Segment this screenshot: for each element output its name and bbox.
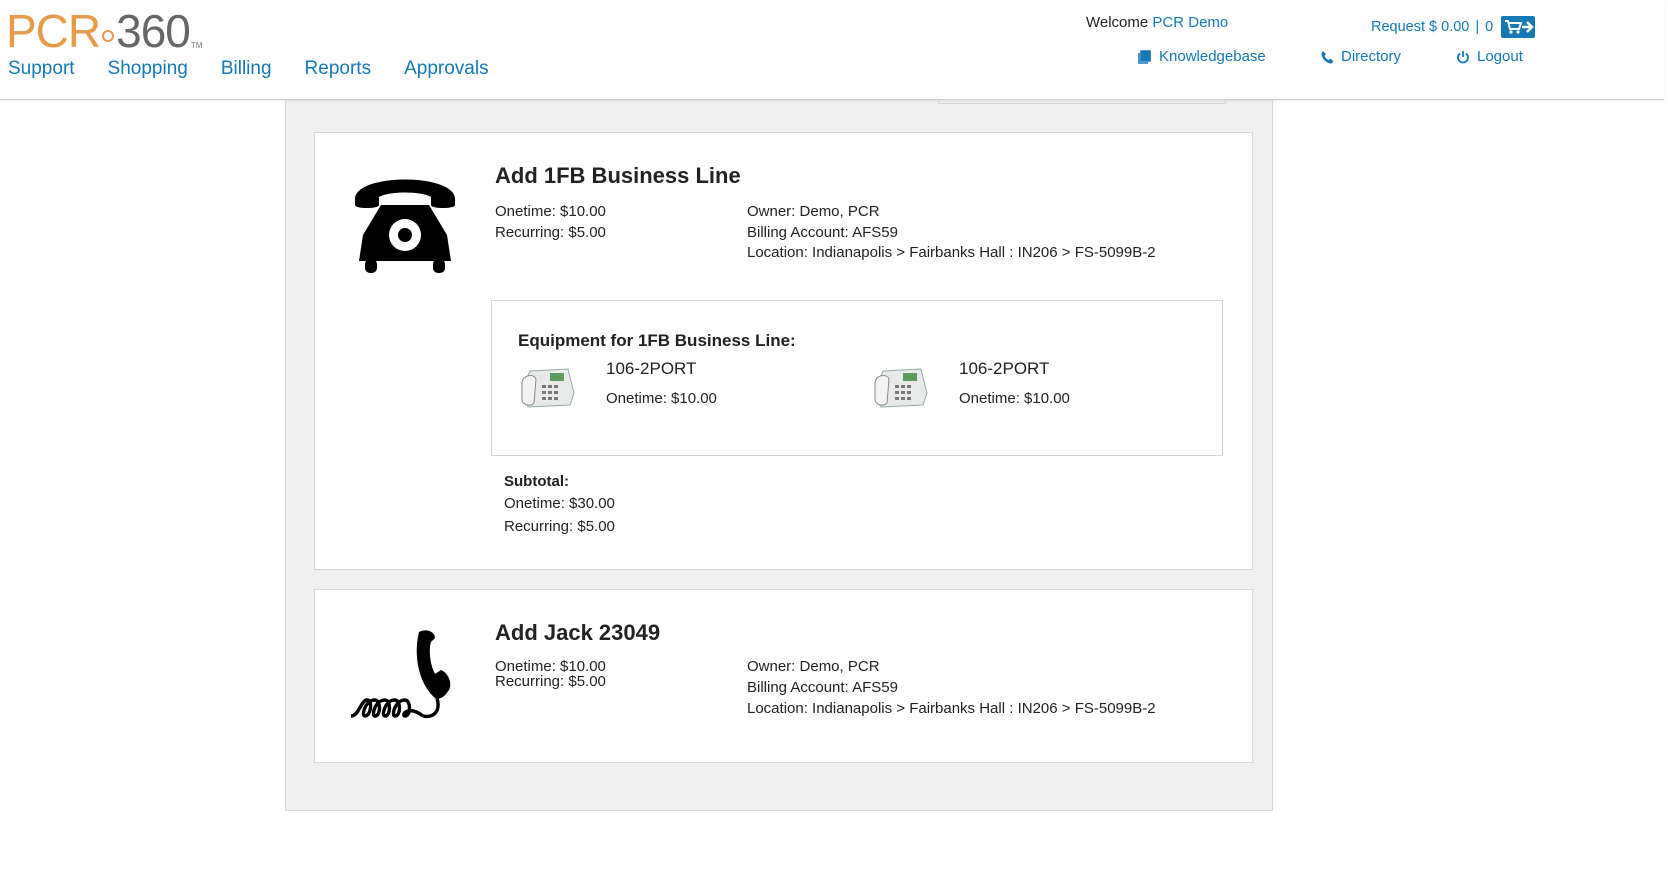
subtotal-label: Subtotal: <box>504 473 569 490</box>
logo-360-text: 360 <box>116 5 191 57</box>
user-name-link[interactable]: PCR Demo <box>1152 14 1228 31</box>
nav-reports[interactable]: Reports <box>305 58 372 80</box>
subtotal-onetime: Onetime: $30.00 <box>504 495 615 512</box>
ip-phone-icon <box>521 368 575 408</box>
cart-request-total[interactable]: Request $ 0.00 <box>1371 19 1469 35</box>
order-item-card: Add 1FB Business Line Onetime: $10.00 Re… <box>314 132 1253 570</box>
power-icon <box>1457 50 1469 63</box>
pcr360-logo[interactable]: PCR 360 TM <box>6 6 202 56</box>
item-recurring: Recurring: $5.00 <box>495 224 606 241</box>
logo-tm: TM <box>190 41 203 50</box>
item-location: Location: Indianapolis > Fairbanks Hall … <box>747 700 1156 717</box>
welcome-label: Welcome <box>1086 14 1149 31</box>
welcome-text: Welcome PCR Demo <box>1086 14 1228 31</box>
equipment-box: Equipment for 1FB Business Line: 106-2PO… <box>491 300 1223 456</box>
item-owner: Owner: Demo, PCR <box>747 658 880 675</box>
equipment-name: 106-2PORT <box>606 359 697 378</box>
cart-count[interactable]: 0 <box>1485 19 1493 35</box>
handset-cord-icon <box>350 630 451 719</box>
logout-link[interactable]: Logout <box>1456 48 1523 65</box>
cart-checkout-button[interactable] <box>1501 16 1536 38</box>
nav-approvals[interactable]: Approvals <box>404 58 489 80</box>
main-nav: Support Shopping Billing Reports Approva… <box>8 58 522 80</box>
equipment-price: Onetime: $10.00 <box>959 390 1070 407</box>
item-title: Add Jack 23049 <box>495 620 661 645</box>
equipment-heading: Equipment for 1FB Business Line: <box>518 331 796 350</box>
cart-summary[interactable]: Request $ 0.00 | 0 <box>1371 16 1536 38</box>
item-billing-account: Billing Account: AFS59 <box>747 679 898 696</box>
phone-icon <box>1321 50 1334 63</box>
item-recurring: Recurring: $5.00 <box>495 673 606 690</box>
logout-label: Logout <box>1477 48 1523 65</box>
nav-billing[interactable]: Billing <box>221 58 272 80</box>
subtotal-recurring: Recurring: $5.00 <box>504 518 615 535</box>
nav-support[interactable]: Support <box>8 58 75 80</box>
book-icon <box>1138 49 1151 64</box>
knowledgebase-link[interactable]: Knowledgebase <box>1138 48 1266 65</box>
logo-pcr-text: PCR <box>6 5 101 57</box>
knowledgebase-label: Knowledgebase <box>1159 48 1266 65</box>
logo-dot <box>102 30 115 42</box>
top-header: PCR 360 TM Support Shopping Billing Repo… <box>0 0 1664 100</box>
order-item-card: Add Jack 23049 Onetime: $10.00 Recurring… <box>314 589 1253 763</box>
nav-shopping[interactable]: Shopping <box>108 58 188 80</box>
item-billing-account: Billing Account: AFS59 <box>747 224 898 241</box>
cart-arrow-icon <box>1505 20 1534 34</box>
equipment-price: Onetime: $10.00 <box>606 390 717 407</box>
cart-separator: | <box>1475 19 1480 35</box>
ip-phone-icon <box>874 368 928 408</box>
desk-phone-icon <box>355 179 455 273</box>
directory-link[interactable]: Directory <box>1320 48 1401 65</box>
item-owner: Owner: Demo, PCR <box>747 203 880 220</box>
item-location: Location: Indianapolis > Fairbanks Hall … <box>747 244 1156 261</box>
item-onetime: Onetime: $10.00 <box>495 203 606 220</box>
equipment-name: 106-2PORT <box>959 359 1050 378</box>
directory-label: Directory <box>1341 48 1402 65</box>
item-title: Add 1FB Business Line <box>495 163 741 188</box>
